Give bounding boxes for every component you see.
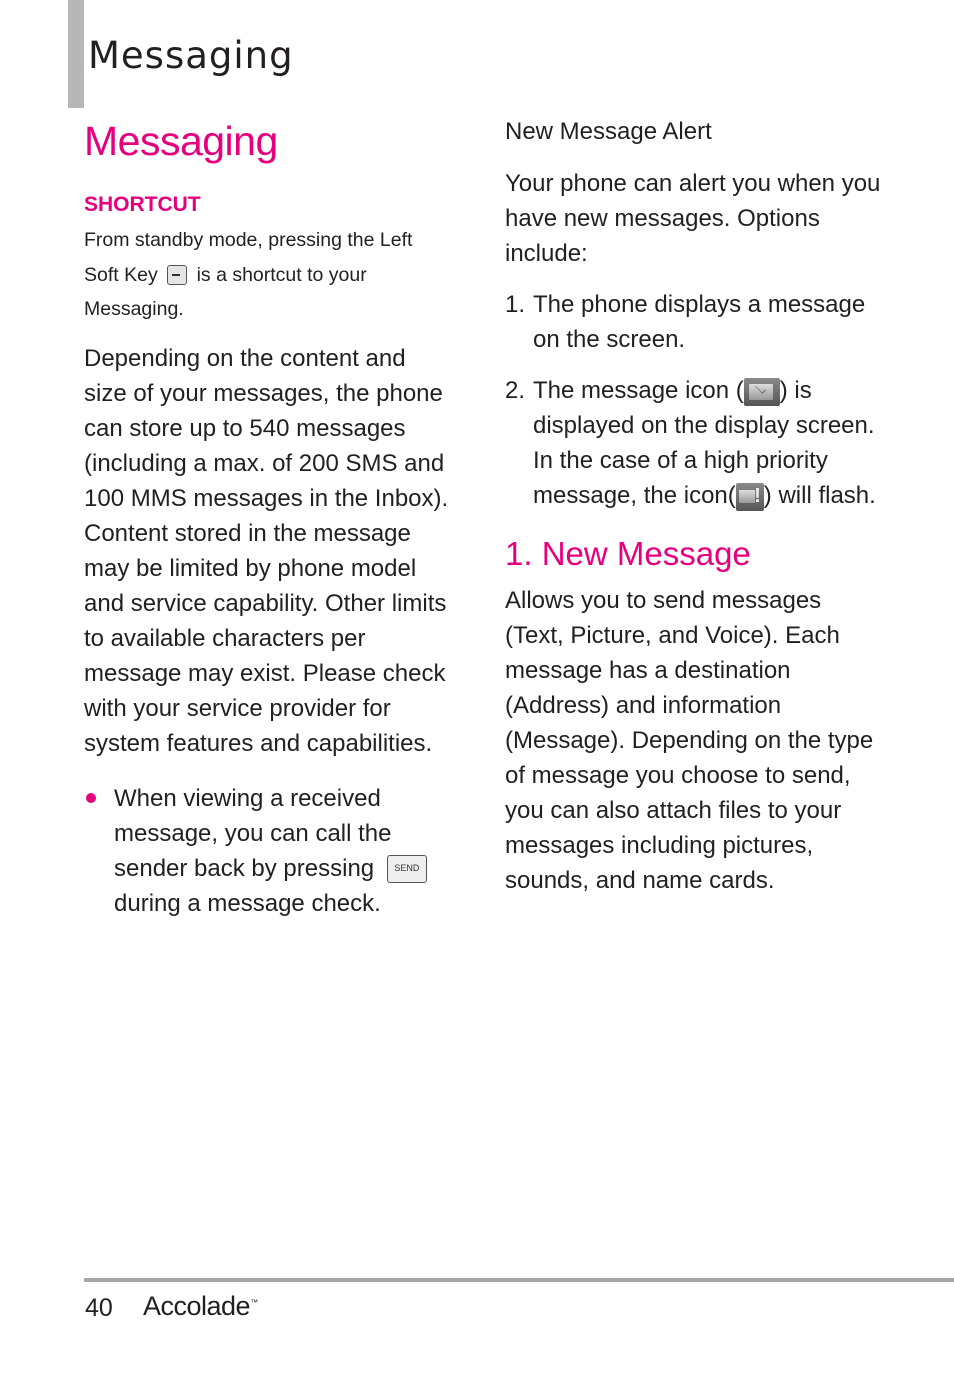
section-header-title: Messaging: [88, 34, 294, 77]
header-bar: [68, 0, 84, 108]
trademark-symbol: ™: [250, 1298, 258, 1307]
message-envelope-icon: [743, 377, 780, 406]
shortcut-text-line2b: is a shortcut to your: [196, 263, 367, 286]
option-text: The message icon () is displayed on the …: [533, 373, 885, 513]
left-column: Messaging SHORTCUT From standby mode, pr…: [84, 112, 454, 921]
bullet-text: When viewing a received message, you can…: [114, 781, 454, 921]
bullet-item: When viewing a received message, you can…: [84, 781, 454, 921]
storage-description: Depending on the content and size of you…: [84, 344, 449, 757]
option-item-1: 1. The phone displays a message on the s…: [505, 287, 885, 357]
footer-rule: [84, 1278, 954, 1282]
option-item-2: 2. The message icon () is displayed on t…: [505, 373, 885, 513]
priority-message-icon: [735, 482, 764, 511]
page-title: Messaging: [84, 118, 278, 164]
option-number: 2.: [505, 377, 526, 404]
alert-intro: Your phone can alert you when you have n…: [505, 170, 881, 267]
bullet-text-a: When viewing a received message, you can…: [114, 784, 392, 882]
option-text-a: The message icon (: [533, 377, 744, 404]
shortcut-text-line1: From standby mode, pressing the Left: [84, 229, 413, 251]
left-soft-key-icon: [167, 265, 188, 286]
send-key-icon: SEND: [386, 855, 427, 884]
new-message-body: Allows you to send messages (Text, Pictu…: [505, 587, 874, 894]
bullet-text-b: during a message check.: [114, 889, 381, 917]
shortcut-label: SHORTCUT: [84, 193, 201, 216]
page-number: 40: [85, 1294, 113, 1322]
shortcut-text: From standby mode, pressing the Left Sof…: [84, 223, 454, 327]
right-column: New Message Alert Your phone can alert y…: [505, 112, 885, 898]
option-text: The phone displays a message on the scre…: [533, 291, 866, 353]
new-message-title: 1. New Message: [505, 535, 751, 572]
option-text-c: ) will flash.: [763, 482, 876, 509]
option-number: 1.: [505, 291, 526, 318]
shortcut-text-line2a: Soft Key: [84, 263, 158, 286]
shortcut-text-line3: Messaging.: [84, 298, 184, 320]
bullet-dot-icon: [86, 792, 96, 803]
brand-name: Accolade: [143, 1291, 251, 1321]
alert-heading: New Message Alert: [505, 118, 712, 145]
brand-logo: Accolade™: [143, 1291, 258, 1322]
